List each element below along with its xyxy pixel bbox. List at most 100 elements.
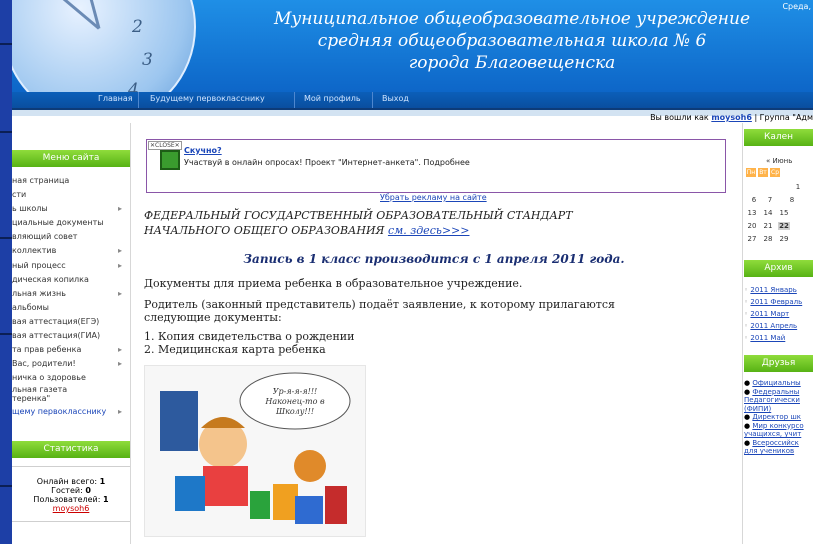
friend-item[interactable]: ● Федеральны [744, 388, 813, 397]
friend-link[interactable]: Директор шк [752, 413, 801, 421]
sidebar-item-label: альбомы [12, 302, 49, 312]
friend-link[interactable]: Федеральны [752, 388, 799, 396]
friend-link[interactable]: Педагогически [744, 396, 800, 404]
archive-link[interactable]: 2011 Апрель [750, 322, 797, 330]
sidebar-item[interactable]: вляющий совет [12, 230, 130, 244]
friend-link[interactable]: (ФИПИ) [744, 405, 771, 413]
chevron-right-icon: ▸ [117, 204, 122, 214]
calendar-day[interactable]: 8 [786, 196, 798, 204]
sidebar-item[interactable]: циальные документы [12, 216, 130, 230]
friend-item[interactable]: ● Официальны [744, 379, 813, 388]
friend-item[interactable]: для учеников [744, 447, 813, 456]
monitor-icon [160, 150, 180, 170]
archive-item[interactable]: ◦ 2011 Март [744, 308, 802, 320]
stats-title: Статистика [12, 441, 130, 458]
sidebar-item[interactable]: альбомы [12, 301, 130, 315]
calendar-day[interactable]: 6 [748, 196, 760, 204]
bullet-icon: ● [744, 438, 751, 447]
sidebar-item[interactable]: льная жизнь ▸ [12, 287, 130, 301]
sidebar-item-label: ный процесс [12, 260, 66, 270]
edge-mark [0, 333, 12, 335]
ad-link[interactable]: Скучно? [184, 146, 222, 155]
clock-number: 2 [132, 17, 143, 37]
edge-mark [0, 131, 12, 133]
sidebar-item[interactable]: ная страница [12, 174, 130, 188]
calendar-weekday: Ср [770, 168, 780, 177]
archive-link[interactable]: 2011 Май [750, 334, 785, 342]
nav-item-first-grader[interactable]: Будущему первокласснику [150, 94, 265, 103]
calendar-day[interactable]: 1 [792, 183, 804, 191]
sidebar-item[interactable]: сти [12, 188, 130, 202]
sidebar-item[interactable]: льная газета [12, 385, 130, 394]
calendar-day-today[interactable]: 22 [778, 222, 790, 230]
calendar-day[interactable]: 28 [762, 235, 774, 243]
bullet-icon: ◦ [744, 298, 749, 306]
archive-item[interactable]: ◦ 2011 Февраль [744, 296, 802, 308]
sidebar-item[interactable]: теренка" [12, 394, 130, 405]
bullet-icon: ◦ [744, 286, 749, 294]
login-user-link[interactable]: moysoh6 [711, 113, 752, 122]
sidebar-item[interactable]: Вас, родители! ▸ [12, 357, 130, 371]
calendar-day[interactable]: 29 [778, 235, 790, 243]
friend-link[interactable]: Официальны [752, 379, 800, 387]
ad-close-button[interactable]: ✕CLOSE✕ [148, 141, 182, 150]
sidebar-item[interactable]: та прав ребенка ▸ [12, 343, 130, 357]
sidebar-item[interactable]: вая аттестация(ГИА) [12, 329, 130, 343]
archive-link[interactable]: 2011 Январь [750, 286, 796, 294]
sidebar-item[interactable]: ь школы ▸ [12, 202, 130, 216]
fgos-link[interactable]: см. здесь>>> [388, 224, 470, 237]
sidebar-item[interactable]: коллектив ▸ [12, 244, 130, 258]
friend-item[interactable]: (ФИПИ) [744, 405, 813, 414]
sidebar-item[interactable]: ничка о здоровье [12, 371, 130, 385]
calendar-day[interactable]: 20 [746, 222, 758, 230]
friend-item[interactable]: ● Всероссийск [744, 439, 813, 448]
friend-item[interactable]: учащихся, учит [744, 430, 813, 439]
friend-item[interactable]: ● Мир конкурсо [744, 422, 813, 431]
sidebar-item-label: циальные документы [12, 218, 104, 228]
friend-link[interactable]: Мир конкурсо [752, 422, 803, 430]
bullet-icon: ● [744, 387, 751, 396]
friend-item[interactable]: Педагогически [744, 396, 813, 405]
archive-item[interactable]: ◦ 2011 Апрель [744, 320, 802, 332]
friend-link[interactable]: Всероссийск [752, 439, 799, 447]
nav-item-logout[interactable]: Выход [382, 94, 409, 103]
nav-item-profile[interactable]: Мой профиль [304, 94, 361, 103]
chevron-right-icon: ▸ [117, 345, 122, 355]
bullet-icon: ◦ [744, 322, 749, 330]
site-title-line: города Благовещенска [408, 53, 616, 73]
site-title-line: Муниципальное общеобразовательное учрежд… [273, 9, 751, 29]
enrollment-heading: Запись в 1 класс производится с 1 апреля… [243, 252, 625, 266]
calendar-day[interactable]: 27 [746, 235, 758, 243]
calendar-weekday: Пн [746, 168, 756, 177]
remove-ads-link[interactable]: Убрать рекламу на сайте [380, 193, 487, 202]
friend-link[interactable]: для учеников [744, 447, 794, 455]
archive-link[interactable]: 2011 Март [750, 310, 789, 318]
sidebar-item[interactable]: ный процесс ▸ [12, 259, 130, 273]
sidebar-item-label: Вас, родители! [12, 359, 76, 369]
friend-item[interactable]: ● Директор шк [744, 413, 813, 422]
archive-item[interactable]: ◦ 2011 Январь [744, 284, 802, 296]
archive-item[interactable]: ◦ 2011 Май [744, 332, 802, 344]
ad-text: Участвуй в онлайн опросах! Проект "Интер… [184, 158, 470, 167]
nav-item-home[interactable]: Главная [98, 94, 133, 103]
edge-mark [0, 237, 12, 239]
illustration-caption: Ур-я-я-я!!! [273, 387, 318, 396]
sidebar-item[interactable]: дическая копилка [12, 273, 130, 287]
sidebar-item-label: вляющий совет [12, 232, 78, 242]
calendar-day[interactable]: 13 [746, 209, 758, 217]
archive-link[interactable]: 2011 Февраль [750, 298, 802, 306]
calendar-day[interactable]: 14 [762, 209, 774, 217]
friend-link[interactable]: учащихся, учит [744, 430, 801, 438]
sidebar-item[interactable]: вая аттестация(ЕГЭ) [12, 315, 130, 329]
stats-user-link[interactable]: moysoh6 [12, 504, 130, 513]
calendar-day[interactable]: 21 [762, 222, 774, 230]
calendar-day[interactable]: 15 [778, 209, 790, 217]
site-title: Муниципальное общеобразовательное учрежд… [232, 8, 792, 74]
sidebar-item[interactable]: щему первокласснику ▸ [12, 405, 130, 419]
stats-value: 1 [99, 477, 106, 486]
sidebar-item-label: ничка о здоровье [12, 373, 86, 383]
school-child-illustration: Ур-я-я-я!!! Наконец-то в Школу!!! [144, 365, 366, 537]
fgos-line: ФЕДЕРАЛЬНЫЙ ГОСУДАРСТВЕННЫЙ ОБРАЗОВАТЕЛЬ… [144, 209, 573, 222]
sidebar-item-label: ь школы [12, 204, 48, 214]
calendar-day[interactable]: 7 [764, 196, 776, 204]
